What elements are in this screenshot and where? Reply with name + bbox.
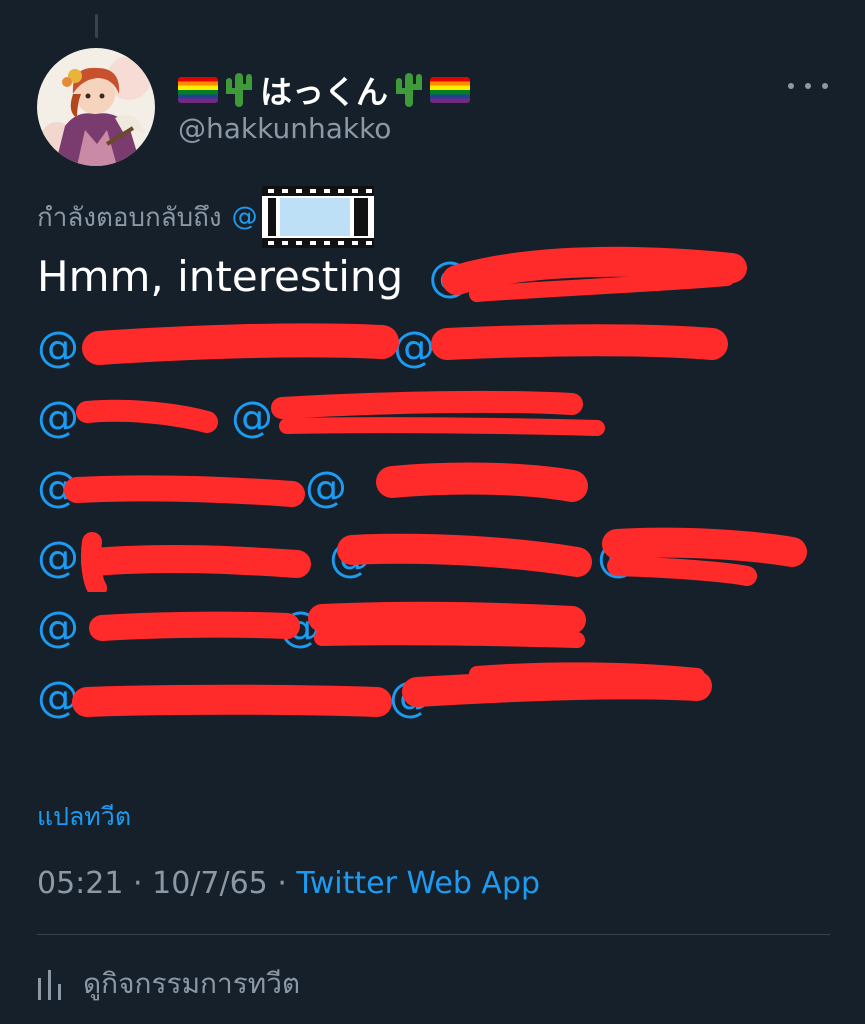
tweet-line: @ @ @: [37, 522, 827, 592]
mention-link[interactable]: @: [429, 252, 471, 301]
tweet-detail-screen: はっくん @hakkunhakko กำลังตอบกลับถึง @ Hmm,…: [0, 0, 865, 1024]
tweet-line: Hmm, interesting @: [37, 242, 827, 312]
tweet-line: @ @: [37, 592, 827, 662]
avatar[interactable]: [37, 48, 155, 166]
tweet-text-content: Hmm, interesting: [37, 252, 404, 301]
mention-link[interactable]: @: [37, 672, 79, 721]
separator: ·: [133, 866, 143, 901]
dot: [788, 83, 794, 89]
reply-mention-link[interactable]: @: [232, 202, 258, 232]
reply-prefix: กำลังตอบกลับถึง: [37, 202, 222, 233]
tweet-source-link[interactable]: Twitter Web App: [296, 866, 540, 901]
analytics-icon: [37, 968, 63, 1000]
rainbow-flag-icon: [430, 77, 471, 103]
mention-link[interactable]: @: [393, 312, 435, 382]
redaction-scribble: [80, 527, 807, 592]
dot: [805, 83, 811, 89]
display-name[interactable]: はっくん: [178, 68, 471, 112]
tweet-time: 05:21: [37, 866, 124, 901]
redaction-scribble: [64, 462, 588, 507]
view-tweet-activity-button[interactable]: ดูกิจกรรมการทวีต: [37, 962, 300, 1006]
mention-link[interactable]: @: [37, 602, 79, 651]
mention-link[interactable]: @: [305, 452, 347, 522]
tweet-line: @ @: [37, 382, 827, 452]
mention-link[interactable]: @: [37, 532, 79, 581]
avatar-image: [37, 48, 155, 166]
user-handle[interactable]: @hakkunhakko: [178, 112, 391, 145]
tweet-date: 10/7/65: [152, 866, 268, 901]
mention-link[interactable]: @: [279, 592, 321, 662]
mention-link[interactable]: @: [37, 392, 79, 441]
redaction-scribble: [89, 601, 586, 648]
translate-tweet-link[interactable]: แปลทวีต: [37, 797, 131, 837]
rainbow-flag-icon: [178, 77, 218, 103]
replying-to: กำลังตอบกลับถึง @: [37, 186, 374, 248]
thread-connector: [95, 14, 98, 38]
dot: [822, 83, 828, 89]
separator: ·: [277, 866, 287, 901]
film-strip-icon: [261, 186, 374, 248]
mention-link[interactable]: @: [597, 522, 639, 592]
more-dots-icon[interactable]: [788, 76, 828, 96]
redaction-scribble: [72, 662, 712, 717]
mention-link[interactable]: @: [37, 462, 79, 511]
divider: [37, 934, 830, 935]
mention-link[interactable]: @: [231, 382, 273, 452]
tweet-metadata: 05:21 · 10/7/65 · Twitter Web App: [37, 866, 540, 901]
cactus-icon: [394, 71, 424, 109]
activity-label: ดูกิจกรรมการทวีต: [83, 967, 301, 1000]
tweet-line: @ @: [37, 662, 827, 732]
mention-link[interactable]: @: [37, 322, 79, 371]
mention-link[interactable]: @: [389, 662, 431, 732]
display-name-text: はっくん: [260, 73, 389, 111]
cactus-icon: [224, 71, 254, 109]
tweet-line: @ @: [37, 452, 827, 522]
mention-link[interactable]: @: [329, 522, 371, 592]
redaction-scribble: [76, 390, 605, 436]
tweet-text: Hmm, interesting @ @ @ @ @ @ @ @ @ @ @ @…: [37, 242, 827, 732]
tweet-line: @ @: [37, 312, 827, 382]
